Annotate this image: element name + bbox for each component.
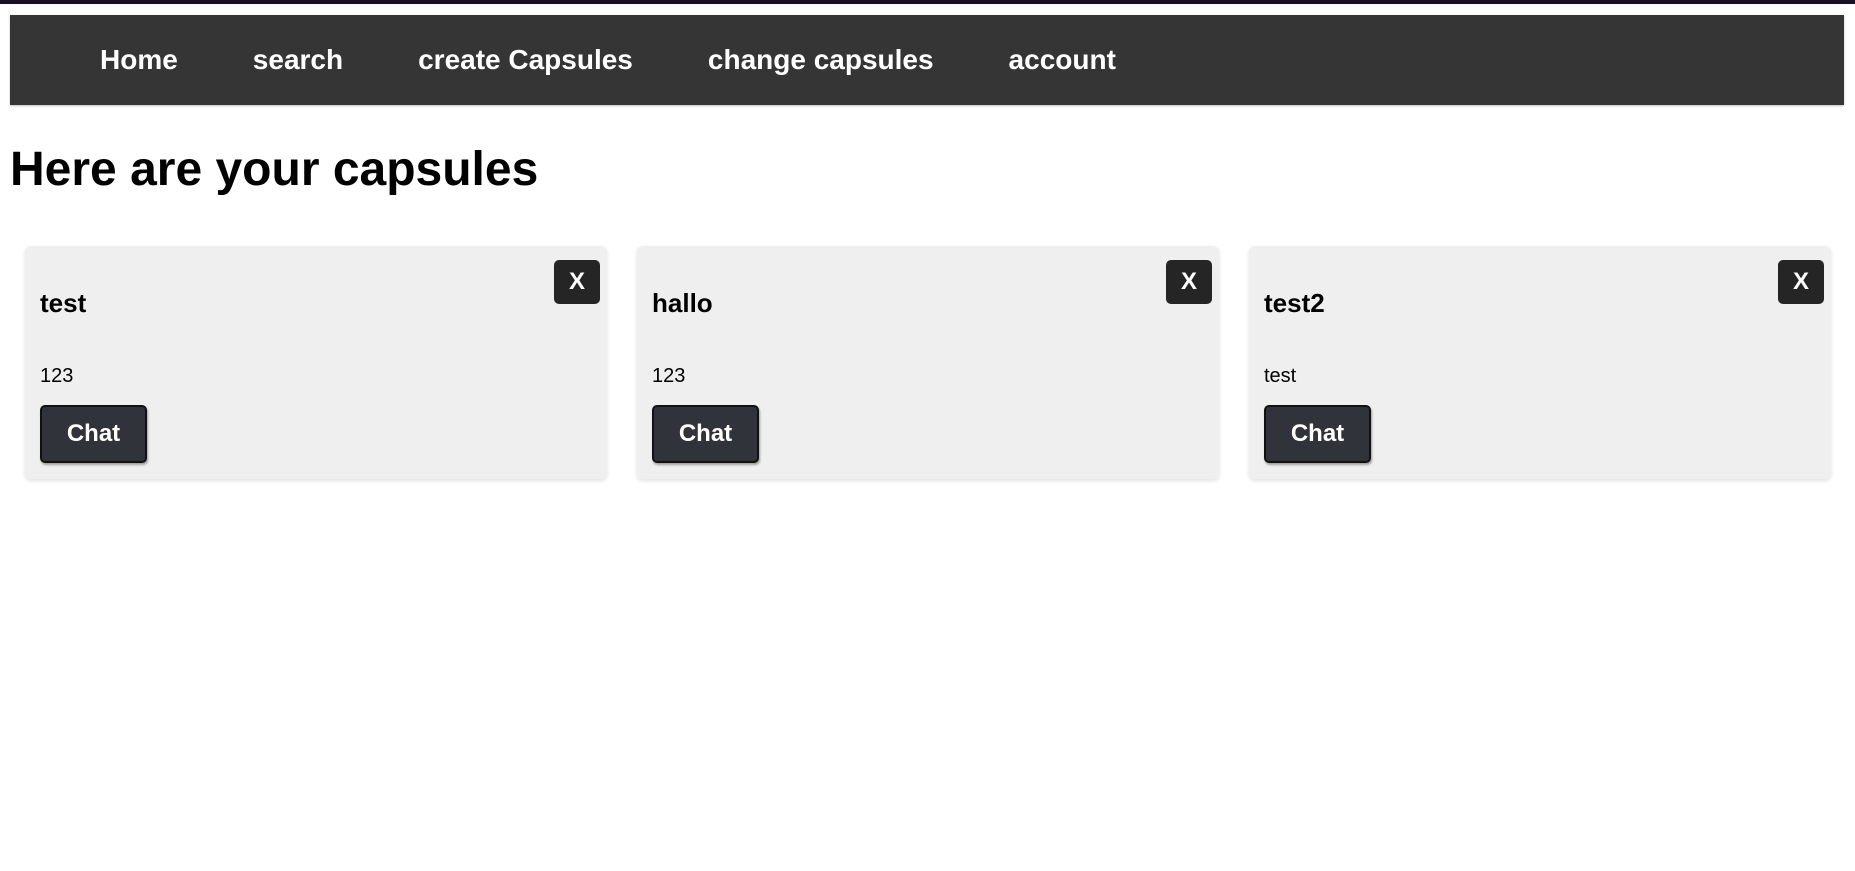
capsule-description: 123 xyxy=(40,365,74,387)
chat-button[interactable]: Chat xyxy=(40,405,147,463)
chat-button[interactable]: Chat xyxy=(1264,405,1371,463)
capsule-card: X test 123 Chat xyxy=(25,246,607,479)
capsule-title: test xyxy=(40,288,87,318)
delete-capsule-button[interactable]: X xyxy=(1166,260,1212,304)
nav-item-change-capsules[interactable]: change capsules xyxy=(708,44,934,76)
nav-item-home[interactable]: Home xyxy=(100,44,178,76)
delete-capsule-button[interactable]: X xyxy=(1778,260,1824,304)
nav-item-account[interactable]: account xyxy=(1009,44,1116,76)
capsule-title: hallo xyxy=(652,288,713,318)
top-accent-strip xyxy=(0,0,1855,4)
nav-item-create-capsules[interactable]: create Capsules xyxy=(418,44,633,76)
page-title: Here are your capsules xyxy=(10,143,539,196)
nav-item-search[interactable]: search xyxy=(253,44,343,76)
capsule-card-list: X test 123 Chat X hallo 123 Chat X test2… xyxy=(25,246,1831,479)
capsule-card: X test2 test Chat xyxy=(1249,246,1831,479)
delete-capsule-button[interactable]: X xyxy=(554,260,600,304)
capsule-title: test2 xyxy=(1264,288,1325,318)
capsule-description: test xyxy=(1264,365,1297,387)
chat-button[interactable]: Chat xyxy=(652,405,759,463)
capsule-description: 123 xyxy=(652,365,686,387)
top-navbar: Home search create Capsules change capsu… xyxy=(10,15,1844,105)
nav-list: Home search create Capsules change capsu… xyxy=(10,15,1191,105)
capsule-card: X hallo 123 Chat xyxy=(637,246,1219,479)
